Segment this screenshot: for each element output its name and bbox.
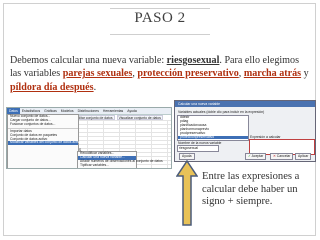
annotation-note: Entre las expresiones a calcular debe ha…	[202, 171, 300, 208]
menu-item-modify-variables[interactable]: Modificar variables del conjunto de dato…	[8, 141, 81, 146]
datos-dropdown-menu: Nuevo conjunto de datos... Cargar conjun…	[7, 114, 81, 168]
variable-proteccion-preservativo: protección preservativo	[137, 68, 239, 80]
intro-text: Debemos calcular una nueva variable:	[10, 55, 167, 66]
dialog-title: Calcular una nueva variable	[175, 101, 315, 107]
new-variable-name-input[interactable]: riesgosexual	[177, 145, 219, 152]
variable-parejas-sexuales: parejas sexuales	[62, 68, 133, 80]
view-dataset-button[interactable]: Visualizar conjunto de datos	[116, 115, 163, 120]
menu-ayuda[interactable]: Ayuda	[125, 108, 139, 114]
accept-button[interactable]: ✓ Aceptar	[245, 153, 267, 160]
menu-herramientas[interactable]: Herramientas	[101, 108, 125, 114]
title-rule-bottom	[110, 34, 210, 35]
cancel-icon: ✕	[273, 154, 276, 158]
menu-distribuciones[interactable]: Distribuciones	[76, 108, 101, 114]
up-arrow-icon	[175, 159, 199, 231]
help-button[interactable]: Ayuda	[179, 153, 195, 160]
menu-item-merge-datasets[interactable]: Fusionar conjuntos de datos...	[8, 122, 78, 127]
separator: y	[301, 68, 309, 80]
slide-title: PASO 2	[134, 10, 186, 26]
variable-pildora-dia-despues: píldora día después	[10, 81, 94, 93]
list-item[interactable]: protecciónpreservativo	[178, 135, 248, 140]
compute-variable-dialog: Calcular una nueva variable Variables ac…	[174, 100, 316, 162]
submenu-item-standardize[interactable]: Tipificar variables...	[78, 163, 136, 168]
cancel-button[interactable]: ✕ Cancelar	[270, 153, 294, 160]
variable-marcha-atras: marcha atrás	[243, 68, 302, 80]
check-icon: ✓	[248, 154, 251, 158]
variable-riesgosexual: riesgosexual	[166, 55, 220, 66]
current-variables-label: Variables actuales (doble clic para incl…	[178, 110, 265, 114]
slide-paragraph: Debemos calcular una nueva variable: rie…	[10, 54, 312, 94]
apply-button-label: Aplicar	[298, 154, 309, 158]
edit-dataset-button[interactable]: Editar conjunto de datos	[74, 115, 115, 120]
spreadsheet-screenshot: Datos Estadísticos Gráficas Modelos Dist…	[6, 107, 172, 169]
end-punctuation: .	[93, 81, 97, 93]
data-toolbar: Editar conjunto de datos Visualizar conj…	[74, 115, 170, 120]
modify-variables-submenu: Recodificar variables... Calcular una nu…	[77, 151, 163, 168]
accept-button-label: Aceptar	[251, 154, 264, 158]
new-variable-name-value: riesgosexual	[179, 146, 199, 150]
variables-listbox[interactable]: ddestr pdiag planificadorcausa planhormo…	[177, 115, 249, 141]
help-button-label: Ayuda	[182, 154, 192, 158]
cancel-button-label: Cancelar	[276, 154, 291, 158]
apply-button[interactable]: Aplicar	[295, 153, 312, 160]
title-rule-top	[110, 8, 210, 9]
